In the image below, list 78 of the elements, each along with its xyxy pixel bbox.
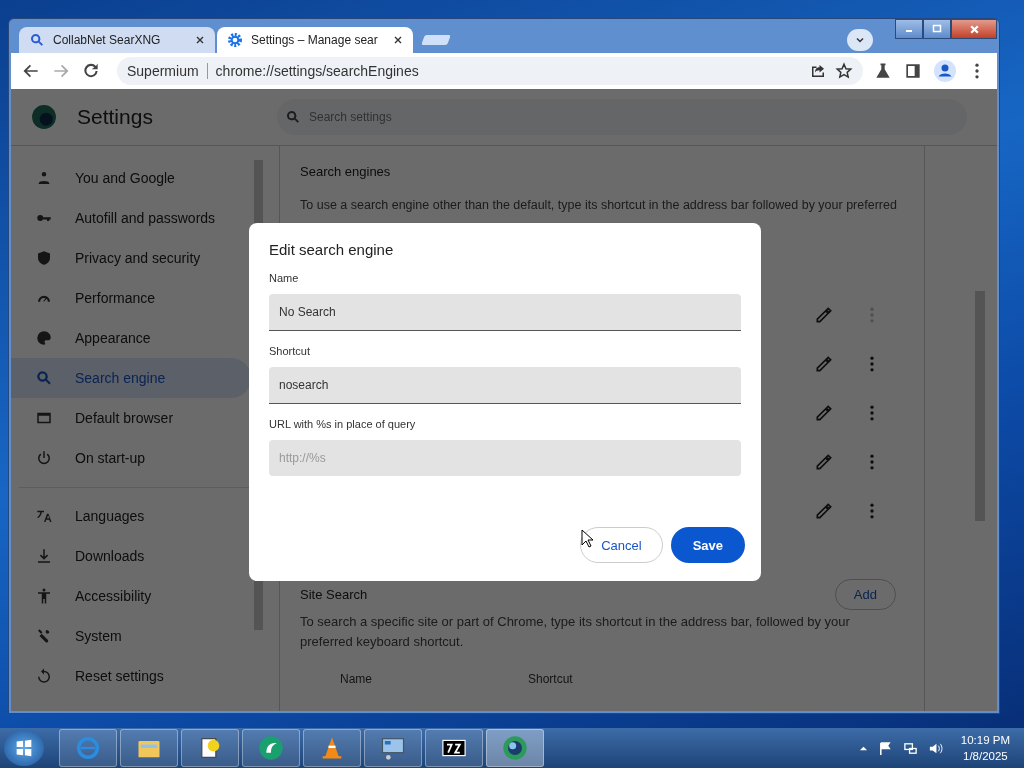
- browser-icon: [74, 734, 102, 762]
- nav-item[interactable]: Privacy and security: [11, 238, 251, 278]
- input-field[interactable]: No Search: [269, 294, 741, 331]
- field-label: URL with %s in place of query: [269, 418, 417, 430]
- column-header: Name: [340, 672, 372, 686]
- site-label: Supermium: [127, 63, 199, 79]
- nav-icon: [35, 369, 53, 387]
- cursor-icon: [581, 529, 593, 549]
- section-heading: Site Search: [300, 587, 368, 602]
- gear-icon: [227, 32, 243, 48]
- section-description: To search a specific site or part of Chrome, type its shortcut in the address bar, followed by your preferred keyboard shortcut.: [300, 613, 851, 651]
- nav-item[interactable]: Appearance: [11, 318, 251, 358]
- side-panel-icon[interactable]: [903, 61, 923, 81]
- nav-item[interactable]: System: [11, 616, 251, 656]
- maximize-button[interactable]: [923, 19, 951, 39]
- close-icon[interactable]: [393, 35, 403, 45]
- nav-item[interactable]: On start-up: [11, 438, 251, 478]
- taskbar-app[interactable]: [425, 729, 483, 767]
- tab-title: CollabNet SearXNG: [53, 33, 162, 47]
- profile-icon[interactable]: [933, 59, 957, 83]
- nav-icon: [35, 587, 53, 605]
- globe-icon: [501, 734, 529, 762]
- address-bar[interactable]: Supermium chrome://settings/searchEngines: [117, 57, 863, 85]
- browser-tab[interactable]: Settings – Manage sear: [217, 27, 413, 53]
- search-icon: [29, 32, 45, 48]
- close-button[interactable]: [951, 19, 997, 39]
- nav-icon: [35, 667, 53, 685]
- taskbar-app[interactable]: [181, 729, 239, 767]
- nav-icon: [35, 449, 53, 467]
- browser-tab[interactable]: CollabNet SearXNG: [19, 27, 215, 53]
- nav-item[interactable]: Performance: [11, 278, 251, 318]
- nav-icon: [35, 329, 53, 347]
- edit-icon[interactable]: [814, 452, 834, 472]
- section-heading: Search engines: [300, 164, 392, 179]
- close-icon[interactable]: [195, 35, 205, 45]
- nav-item[interactable]: Search engine: [11, 358, 251, 398]
- edit-icon[interactable]: [814, 354, 834, 374]
- nav-icon: [35, 547, 53, 565]
- maximize-icon: [932, 24, 942, 34]
- add-button[interactable]: Add: [834, 579, 896, 610]
- nav-item[interactable]: Accessibility: [11, 576, 251, 616]
- nav-item[interactable]: Reset settings: [11, 656, 251, 696]
- chevron-icon: [855, 35, 865, 45]
- star-icon[interactable]: [835, 62, 853, 80]
- minimize-button[interactable]: [895, 19, 923, 39]
- input-field[interactable]: http://%s: [269, 440, 741, 476]
- column-header: Shortcut: [528, 672, 573, 686]
- nav-item[interactable]: You and Google: [11, 158, 251, 198]
- nav-icon: [35, 249, 53, 267]
- nav-item[interactable]: Autofill and passwords: [11, 198, 251, 238]
- flask-icon[interactable]: [873, 61, 893, 81]
- tab-search-button[interactable]: [847, 29, 873, 51]
- edit-icon[interactable]: [814, 305, 834, 325]
- tab-title: Settings – Manage sear: [251, 33, 379, 47]
- speaker-icon[interactable]: [927, 740, 943, 756]
- taskbar-app[interactable]: [486, 729, 544, 767]
- section-description: To use a search engine other than the default, type its shortcut in the address bar followed by your preferred: [300, 197, 897, 214]
- edit-icon[interactable]: [814, 501, 834, 521]
- nav-item[interactable]: Languages: [11, 496, 251, 536]
- start-button[interactable]: [4, 730, 44, 766]
- nav-item[interactable]: Default browser: [11, 398, 251, 438]
- dialog-title: Edit search engine: [269, 241, 395, 258]
- clock[interactable]: 10:19 PM 1/8/2025: [960, 732, 1010, 764]
- close-icon: [968, 23, 980, 35]
- page-title: Settings: [77, 105, 154, 129]
- cancel-button[interactable]: Cancel: [580, 527, 663, 563]
- swoosh-icon: [257, 734, 285, 762]
- input-field[interactable]: nosearch: [269, 367, 741, 404]
- flag-icon[interactable]: [877, 740, 893, 756]
- url-text: chrome://settings/searchEngines: [215, 63, 419, 79]
- network-icon[interactable]: [902, 740, 918, 756]
- edit-icon[interactable]: [814, 403, 834, 423]
- field-label: Shortcut: [269, 345, 311, 357]
- logo-icon: [31, 104, 57, 130]
- search-icon: [285, 109, 301, 125]
- field-label: Name: [269, 272, 300, 284]
- save-button[interactable]: Save: [670, 527, 745, 563]
- nav-item[interactable]: Downloads: [11, 536, 251, 576]
